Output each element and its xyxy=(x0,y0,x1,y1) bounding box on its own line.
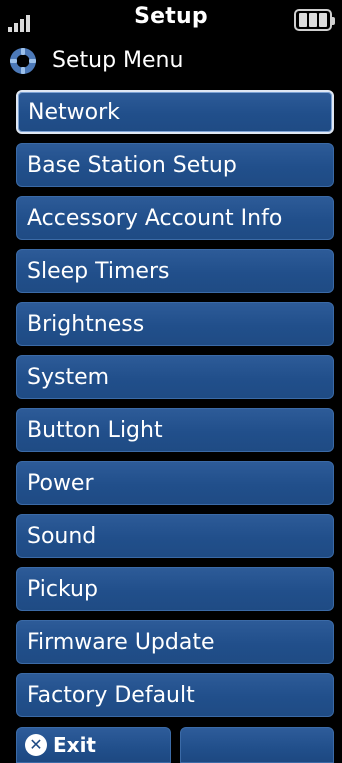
exit-label: Exit xyxy=(53,733,96,757)
exit-button[interactable]: ✕ Exit xyxy=(16,727,171,763)
menu-item-system[interactable]: System xyxy=(16,355,334,399)
page-title: Setup xyxy=(134,4,208,29)
menu-item-firmware-update[interactable]: Firmware Update xyxy=(16,620,334,664)
menu-item-sound[interactable]: Sound xyxy=(16,514,334,558)
softkey-bar: ✕ Exit xyxy=(0,724,342,763)
right-softkey-button[interactable] xyxy=(180,727,334,763)
status-bar: Setup xyxy=(0,0,342,40)
close-icon: ✕ xyxy=(25,734,47,756)
menu-item-power[interactable]: Power xyxy=(16,461,334,505)
menu-item-brightness[interactable]: Brightness xyxy=(16,302,334,346)
menu-item-base-station-setup[interactable]: Base Station Setup xyxy=(16,143,334,187)
menu-item-accessory-account-info[interactable]: Accessory Account Info xyxy=(16,196,334,240)
menu-item-sleep-timers[interactable]: Sleep Timers xyxy=(16,249,334,293)
gear-icon xyxy=(10,48,36,74)
menu-header-label: Setup Menu xyxy=(52,48,184,73)
menu-item-button-light[interactable]: Button Light xyxy=(16,408,334,452)
menu-item-factory-default[interactable]: Factory Default xyxy=(16,673,334,717)
menu-item-pickup[interactable]: Pickup xyxy=(16,567,334,611)
battery-icon xyxy=(294,9,335,31)
menu-item-network[interactable]: Network xyxy=(16,90,334,134)
menu-header: Setup Menu xyxy=(0,40,342,82)
